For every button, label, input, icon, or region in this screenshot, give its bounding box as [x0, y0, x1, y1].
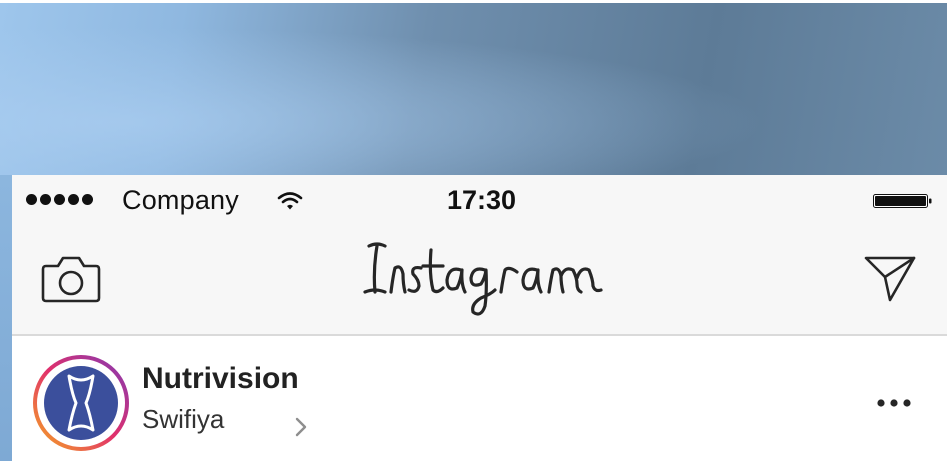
status-time: 17:30: [447, 185, 517, 215]
signal-strength-icon: [26, 194, 93, 205]
carrier-name: Company: [122, 185, 239, 215]
blurred-background: [0, 0, 947, 175]
battery-full-icon: [873, 194, 932, 208]
instagram-nav-bar: [12, 230, 947, 336]
camera-icon[interactable]: [40, 252, 102, 304]
more-dots-icon[interactable]: [874, 388, 914, 418]
phone-screen: Company 17:30 Nutrivision Swifiya: [12, 175, 947, 461]
post-location[interactable]: Swifiya: [142, 404, 224, 435]
top-edge: [0, 0, 947, 3]
account-name[interactable]: Nutrivision: [142, 362, 299, 396]
post-header: Nutrivision Swifiya: [12, 336, 947, 461]
chevron-right-icon: [295, 417, 307, 437]
left-background-strip: [0, 175, 12, 461]
direct-send-icon[interactable]: [862, 252, 918, 304]
account-avatar[interactable]: [32, 354, 130, 452]
wifi-icon: [277, 192, 303, 210]
screenshot-canvas: Company 17:30 Nutrivision Swifiya: [0, 0, 947, 461]
instagram-logo: [363, 242, 603, 316]
status-bar: Company 17:30: [12, 175, 947, 225]
